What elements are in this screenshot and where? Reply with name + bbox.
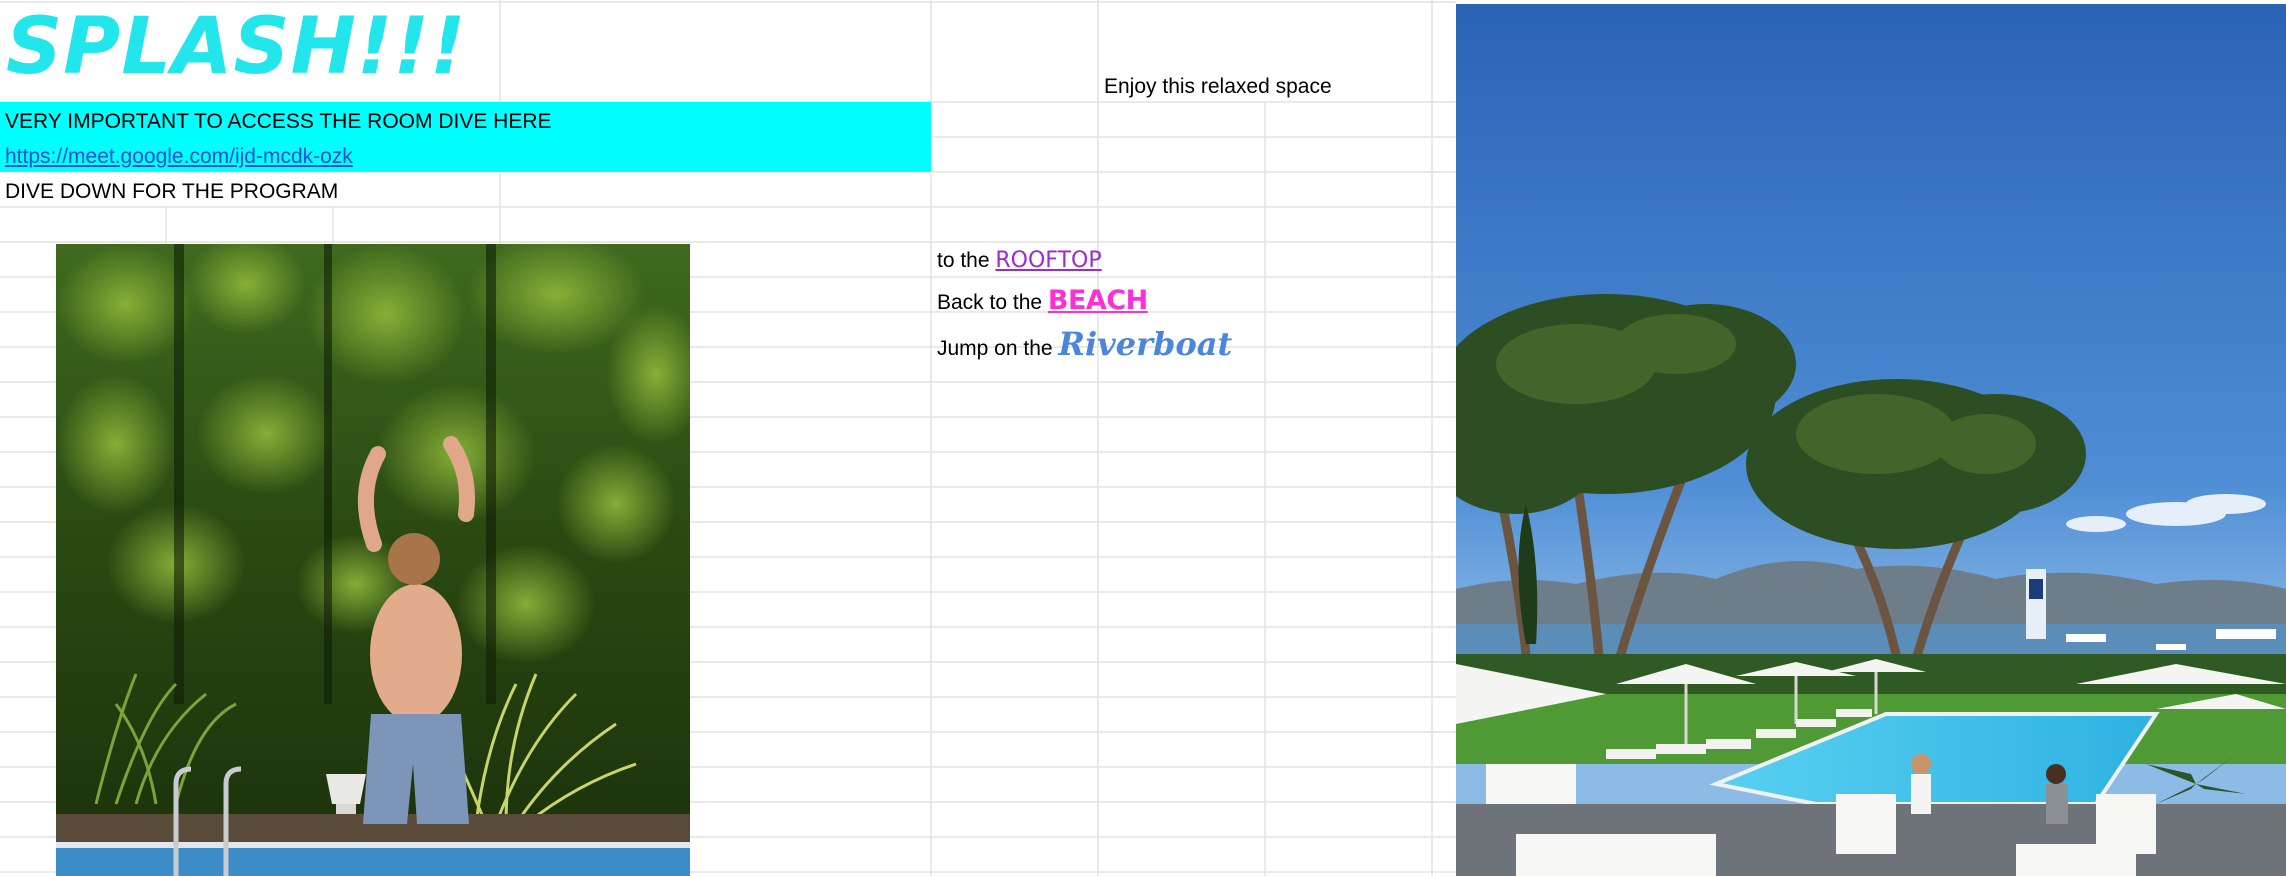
resort-pool-photo: [1456, 4, 2286, 876]
beach-prefix: Back to the: [937, 291, 1043, 314]
program-text: DIVE DOWN FOR THE PROGRAM: [5, 180, 339, 203]
boy-jumping-photo: [56, 244, 690, 876]
enjoy-text: Enjoy this relaxed space: [1104, 75, 1332, 98]
nav-rooftop-row: to the ROOFTOP: [937, 250, 1102, 272]
riverboat-link[interactable]: Riverboat: [1058, 325, 1232, 363]
beach-link[interactable]: BEACH: [1048, 285, 1148, 316]
riverboat-prefix: Jump on the: [937, 337, 1053, 360]
nav-riverboat-row: Jump on the Riverboat: [937, 328, 1232, 360]
rooftop-link[interactable]: ROOFTOP: [995, 248, 1101, 273]
spreadsheet-grid[interactable]: SPLASH!!! Enjoy this relaxed space VERY …: [0, 0, 2286, 876]
meet-link[interactable]: https://meet.google.com/ijd-mcdk-ozk: [5, 146, 353, 167]
rooftop-prefix: to the: [937, 249, 990, 272]
nav-beach-row: Back to the BEACH: [937, 287, 1148, 314]
important-text: VERY IMPORTANT TO ACCESS THE ROOM DIVE H…: [5, 110, 552, 133]
page-title: SPLASH!!!: [6, 2, 467, 92]
